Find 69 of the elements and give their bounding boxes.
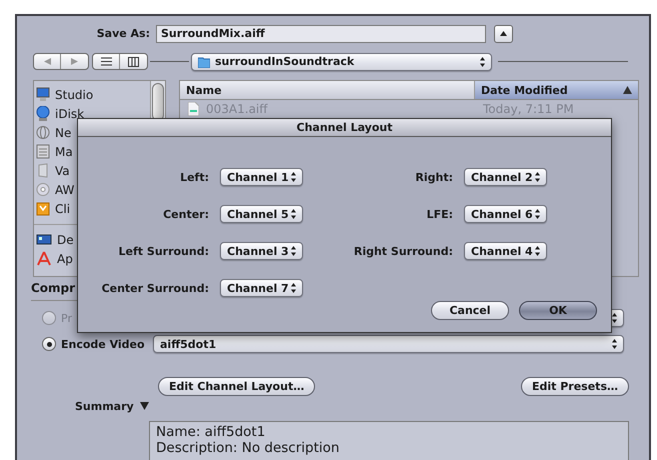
- updown-arrows-icon: [612, 339, 617, 349]
- channel-popup[interactable]: Channel 1: [220, 168, 303, 186]
- folder-icon: [36, 201, 50, 216]
- channel-label: Right:: [415, 170, 453, 184]
- file-date: Today, 7:11 PM: [483, 102, 574, 116]
- view-control[interactable]: [92, 53, 148, 70]
- channel-label: Right Surround:: [354, 244, 453, 258]
- globe-icon: [36, 125, 50, 140]
- updown-arrows-icon: [291, 246, 296, 256]
- updown-arrows-icon: [291, 209, 296, 219]
- channel-popup[interactable]: Channel 7: [220, 279, 303, 297]
- location-popup[interactable]: surroundInSoundtrack: [191, 52, 492, 70]
- collapse-button[interactable]: [494, 24, 513, 42]
- updown-arrows-icon: [480, 56, 485, 66]
- back-forward-control[interactable]: [33, 53, 89, 70]
- drive-icon: [36, 163, 50, 178]
- sidebar-item[interactable]: Ne: [34, 123, 72, 142]
- save-as-label: Save As:: [96, 27, 150, 40]
- sidebar-item[interactable]: Ma: [34, 142, 73, 161]
- columns-icon: [128, 56, 139, 66]
- disclosure-triangle-icon: [140, 402, 149, 410]
- updown-arrows-icon: [535, 209, 540, 219]
- list-icon: [100, 57, 112, 66]
- channel-label: LFE:: [426, 208, 453, 220]
- channel-popup[interactable]: Channel 6: [464, 205, 547, 223]
- forward-arrow-icon: [71, 58, 78, 65]
- audio-file-icon: [188, 102, 199, 116]
- channel-popup[interactable]: Channel 2: [464, 168, 547, 186]
- channel-popup[interactable]: Channel 3: [220, 242, 303, 260]
- sidebar-item[interactable]: De: [34, 230, 74, 249]
- channel-label: Center:: [163, 208, 209, 220]
- radio-button[interactable]: [42, 337, 56, 351]
- radio-label: Encode Video: [61, 338, 146, 350]
- globe-icon: [36, 106, 50, 121]
- triangle-icon: [500, 31, 507, 36]
- channel-popup[interactable]: Channel 5: [220, 205, 303, 223]
- radio-label: Pr: [61, 312, 73, 324]
- sidebar-item[interactable]: Cli: [34, 199, 70, 218]
- sidebar-item[interactable]: Studio: [34, 85, 94, 104]
- disc-icon: [36, 182, 50, 197]
- action-button[interactable]: Edit Channel Layout…: [158, 377, 316, 396]
- monitor-icon: [36, 87, 50, 102]
- updown-arrows-icon: [291, 172, 296, 182]
- dialog-button[interactable]: Cancel: [431, 301, 509, 320]
- channel-popup[interactable]: Channel 4: [464, 242, 547, 260]
- dialog-title: Channel Layout: [78, 119, 611, 137]
- updown-arrows-icon: [291, 283, 296, 293]
- updown-arrows-icon: [535, 172, 540, 182]
- sort-arrow-icon: [623, 86, 632, 94]
- desktop-icon: [36, 232, 52, 247]
- summary-toggle[interactable]: Summary: [75, 399, 649, 413]
- channel-label: Center Surround:: [102, 282, 209, 294]
- dialog-button[interactable]: OK: [519, 301, 597, 320]
- summary-text-box: Name: aiff5dot1 Description: No description: [149, 421, 629, 460]
- sidebar-item[interactable]: AW: [34, 180, 74, 199]
- sidebar-item[interactable]: Ap: [34, 249, 73, 268]
- applications-icon: [36, 251, 52, 266]
- sidebar-item[interactable]: Va: [34, 161, 70, 180]
- column-header[interactable]: Date Modified: [475, 81, 638, 99]
- action-button[interactable]: Edit Presets…: [520, 377, 629, 396]
- updown-arrows-icon: [612, 313, 617, 323]
- preset-popup[interactable]: aiff5dot1: [153, 335, 624, 353]
- back-arrow-icon: [44, 58, 50, 65]
- channel-label: Left:: [180, 170, 209, 184]
- drive-icon: [36, 144, 50, 159]
- file-name-field[interactable]: SurroundMix.aiff: [156, 24, 486, 42]
- channel-label: Left Surround:: [118, 244, 209, 258]
- folder-icon: [198, 56, 210, 68]
- updown-arrows-icon: [535, 246, 540, 256]
